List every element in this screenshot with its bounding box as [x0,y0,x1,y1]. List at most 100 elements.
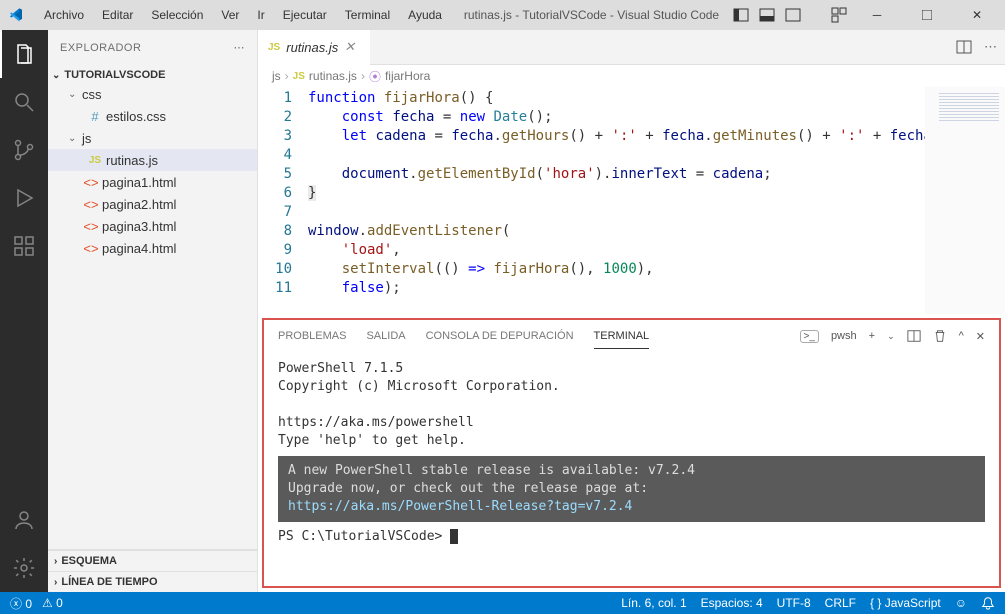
status-notifications-icon[interactable] [981,596,995,610]
code-editor[interactable]: 1234567891011 function fijarHora() { con… [258,87,1005,314]
css-file-icon: # [86,109,104,124]
folder-js[interactable]: ⌄ js [48,127,257,149]
menu-editar[interactable]: Editar [94,4,141,26]
html-file-icon: <> [82,175,100,190]
layout-sidebar-right-icon[interactable] [785,7,801,23]
layout-panel-icon[interactable] [759,7,775,23]
status-errors[interactable]: ⓧ 0 [10,595,32,612]
menu-archivo[interactable]: Archivo [36,4,92,26]
window-maximize-button[interactable] [907,0,947,30]
status-bar: ⓧ 0 ⚠ 0 Lín. 6, col. 1 Espacios: 4 UTF-8… [0,592,1005,614]
status-language[interactable]: { } JavaScript [870,596,941,610]
window-title: rutinas.js - TutorialVSCode - Visual Stu… [450,8,733,22]
terminal-output[interactable]: PowerShell 7.1.5 Copyright (c) Microsoft… [264,352,999,586]
editor-area: JS rutinas.js ✕ ⋯ js › JS rutinas.js › ⦿… [258,30,1005,592]
file-pagina4-html[interactable]: <> pagina4.html [48,237,257,259]
project-folder-header[interactable]: ⌄ TUTORIALVSCODE [48,67,257,83]
folder-label: js [82,131,91,146]
tab-rutinas-js[interactable]: JS rutinas.js ✕ [258,30,370,65]
panel-close-icon[interactable]: ✕ [976,330,985,343]
file-label: rutinas.js [106,153,158,168]
file-pagina2-html[interactable]: <> pagina2.html [48,193,257,215]
split-terminal-icon[interactable] [907,329,921,343]
file-label: pagina1.html [102,175,176,190]
layout-customize-icon[interactable] [831,7,847,23]
window-minimize-button[interactable]: ─ [857,0,897,30]
terminal-line: Type 'help' to get help. [278,432,985,450]
chevron-right-icon: › [285,69,289,83]
menu-terminal[interactable]: Terminal [337,4,398,26]
html-file-icon: <> [82,197,100,212]
status-warnings[interactable]: ⚠ 0 [42,596,63,610]
folder-label: css [82,87,102,102]
minimap[interactable] [925,87,1005,314]
status-cursor-position[interactable]: Lín. 6, col. 1 [621,596,686,610]
js-file-icon: JS [293,71,305,82]
section-linea-tiempo[interactable]: › LÍNEA DE TIEMPO [48,571,257,592]
menu-ver[interactable]: Ver [213,4,247,26]
status-feedback-icon[interactable]: ☺ [955,596,967,610]
activity-search[interactable] [0,78,48,126]
vscode-logo-icon [8,7,24,23]
explorer-sidebar: EXPLORADOR ⋯ ⌄ TUTORIALVSCODE ⌄ css # es… [48,30,258,592]
shell-name[interactable]: pwsh [831,330,857,342]
activity-run-debug[interactable] [0,174,48,222]
panel-tab-salida[interactable]: SALIDA [366,324,405,348]
menu-seleccion[interactable]: Selección [143,4,211,26]
html-file-icon: <> [82,241,100,256]
activity-explorer[interactable] [0,30,48,78]
panel-tab-problemas[interactable]: PROBLEMAS [278,324,346,348]
activity-settings[interactable] [0,544,48,592]
cursor-icon [450,529,458,544]
project-name: TUTORIALVSCODE [64,69,165,81]
file-estilos-css[interactable]: # estilos.css [48,105,257,127]
status-encoding[interactable]: UTF-8 [777,596,811,610]
kill-terminal-icon[interactable] [933,329,947,343]
split-editor-icon[interactable] [956,39,972,55]
menu-ayuda[interactable]: Ayuda [400,4,450,26]
tab-label: rutinas.js [286,40,338,55]
editor-tabs: JS rutinas.js ✕ ⋯ [258,30,1005,65]
function-icon: ⦿ [369,68,381,85]
terminal-banner: A new PowerShell stable release is avail… [278,456,985,522]
menu-ejecutar[interactable]: Ejecutar [275,4,335,26]
shell-type-icon: >_ [800,330,819,343]
breadcrumbs[interactable]: js › JS rutinas.js › ⦿ fijarHora [258,65,1005,87]
layout-sidebar-left-icon[interactable] [733,7,749,23]
editor-more-icon[interactable]: ⋯ [984,39,997,55]
panel-tab-terminal[interactable]: TERMINAL [594,324,650,349]
chevron-down-icon: ⌄ [52,70,60,81]
breadcrumb-file[interactable]: rutinas.js [309,69,357,83]
html-file-icon: <> [82,219,100,234]
activity-source-control[interactable] [0,126,48,174]
window-close-button[interactable]: ✕ [957,0,997,30]
chevron-right-icon: › [54,556,57,567]
new-terminal-icon[interactable]: + [869,330,875,342]
status-eol[interactable]: CRLF [825,596,856,610]
file-rutinas-js[interactable]: JS rutinas.js [48,149,257,171]
breadcrumb-folder[interactable]: js [272,69,281,83]
titlebar: Archivo Editar Selección Ver Ir Ejecutar… [0,0,1005,30]
breadcrumb-symbol[interactable]: fijarHora [385,69,430,83]
panel-tab-consola[interactable]: CONSOLA DE DEPURACIÓN [426,324,574,348]
tab-close-icon[interactable]: ✕ [344,39,360,55]
folder-css[interactable]: ⌄ css [48,83,257,105]
terminal-line: https://aka.ms/powershell [278,414,985,432]
explorer-header: EXPLORADOR ⋯ [48,30,257,65]
status-indentation[interactable]: Espacios: 4 [701,596,763,610]
line-numbers: 1234567891011 [258,87,308,314]
file-pagina3-html[interactable]: <> pagina3.html [48,215,257,237]
activity-accounts[interactable] [0,496,48,544]
file-label: pagina4.html [102,241,176,256]
file-label: pagina2.html [102,197,176,212]
file-label: pagina3.html [102,219,176,234]
file-pagina1-html[interactable]: <> pagina1.html [48,171,257,193]
code-content[interactable]: function fijarHora() { const fecha = new… [308,87,925,314]
menu-ir[interactable]: Ir [249,4,272,26]
panel-maximize-icon[interactable]: ^ [959,330,964,342]
terminal-dropdown-icon[interactable]: ⌄ [887,331,895,342]
explorer-more-icon[interactable]: ⋯ [234,41,246,54]
activity-extensions[interactable] [0,222,48,270]
section-esquema[interactable]: › ESQUEMA [48,550,257,571]
terminal-prompt[interactable]: PS C:\TutorialVSCode> [278,528,985,546]
